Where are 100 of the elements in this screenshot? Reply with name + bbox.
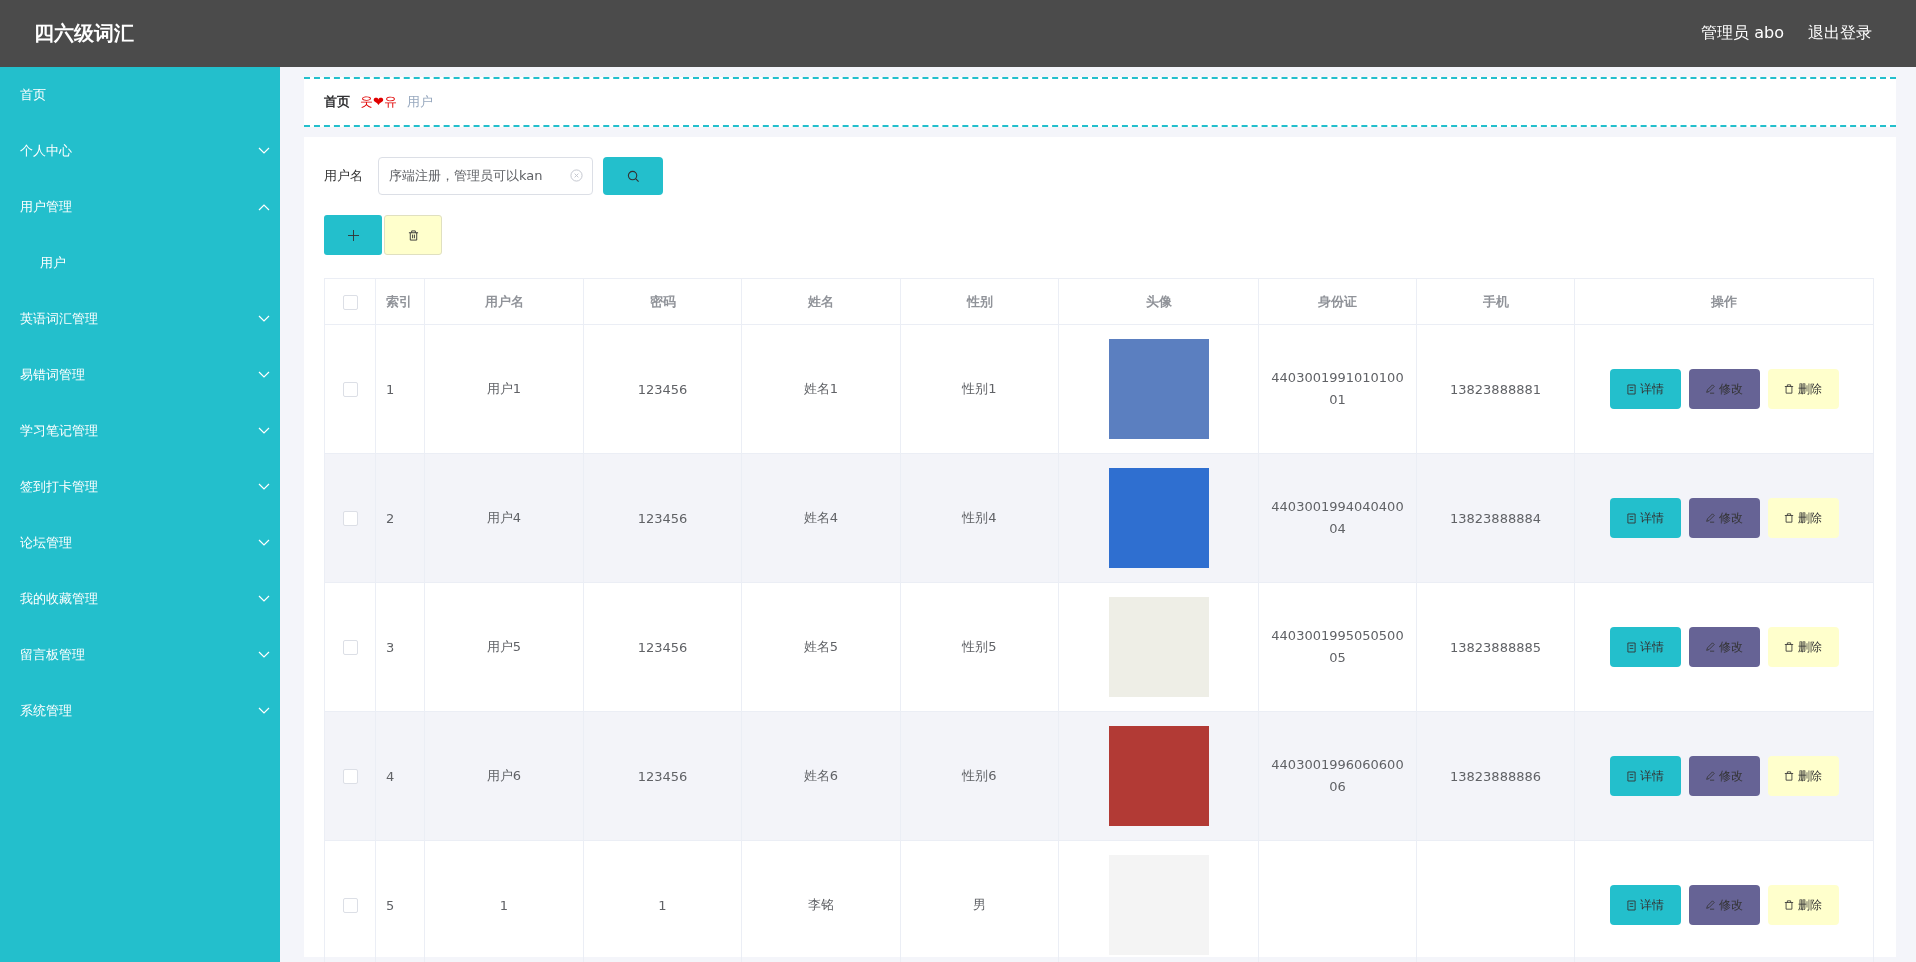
- table-cell: 性别6: [900, 711, 1059, 841]
- trash-icon: [1784, 642, 1794, 652]
- table-cell: 用户4: [424, 453, 584, 583]
- table-cell: 440300199505050005: [1258, 582, 1417, 712]
- trash-icon: [407, 229, 419, 241]
- chevron-icon: [258, 651, 270, 659]
- row-checkbox[interactable]: [342, 511, 358, 526]
- detail-button[interactable]: 详情: [1609, 369, 1681, 409]
- column-header: 身份证: [1258, 278, 1417, 325]
- chevron-icon: [258, 315, 270, 323]
- table-cell: 姓名6: [741, 711, 901, 841]
- breadcrumb-home[interactable]: 首页: [324, 93, 350, 111]
- trash-icon: [1784, 384, 1794, 394]
- table-cell: 13823888881: [1416, 324, 1575, 454]
- breadcrumb-current: 用户: [406, 93, 433, 111]
- document-icon: [1626, 899, 1636, 911]
- table-cell: 性别5: [900, 582, 1059, 712]
- chevron-icon: [258, 147, 270, 155]
- table-cell: 性别1: [900, 324, 1059, 454]
- edit-button[interactable]: 修改: [1688, 369, 1760, 409]
- chevron-icon: [258, 539, 270, 547]
- delete-button[interactable]: 删除: [1767, 885, 1839, 925]
- table-cell: 440300199606060006: [1258, 711, 1417, 841]
- column-header: 密码: [583, 278, 742, 325]
- plus-icon: [347, 229, 359, 241]
- document-icon: [1626, 383, 1636, 395]
- table-cell: 13823888886: [1416, 711, 1575, 841]
- detail-button[interactable]: 详情: [1609, 756, 1681, 796]
- row-checkbox[interactable]: [342, 640, 358, 655]
- sidebar-item[interactable]: 签到打卡管理: [0, 459, 280, 515]
- delete-button[interactable]: 删除: [1767, 369, 1839, 409]
- app-title: 四六级词汇: [34, 20, 134, 47]
- sidebar-item[interactable]: 用户管理: [0, 179, 280, 235]
- row-checkbox[interactable]: [342, 769, 358, 784]
- pencil-icon: [1705, 642, 1715, 652]
- table-cell: 性别4: [900, 453, 1059, 583]
- sidebar-item[interactable]: 学习笔记管理: [0, 403, 280, 459]
- delete-button[interactable]: 删除: [1767, 498, 1839, 538]
- table-cell: 姓名5: [741, 582, 901, 712]
- table-cell: 440300199404040004: [1258, 453, 1417, 583]
- sidebar-item[interactable]: 系统管理: [0, 683, 280, 739]
- admin-name: 管理员 abo: [1701, 23, 1784, 44]
- batch-delete-button[interactable]: [384, 215, 442, 255]
- table-cell: 姓名1: [741, 324, 901, 454]
- delete-button[interactable]: 删除: [1767, 756, 1839, 796]
- row-checkbox[interactable]: [342, 898, 358, 913]
- document-icon: [1626, 641, 1636, 653]
- trash-icon: [1784, 513, 1794, 523]
- sidebar-item[interactable]: 易错词管理: [0, 347, 280, 403]
- trash-icon: [1784, 900, 1794, 910]
- sidebar-item[interactable]: 论坛管理: [0, 515, 280, 571]
- logout-link[interactable]: 退出登录: [1808, 23, 1872, 44]
- table-cell: 4: [375, 711, 425, 841]
- chevron-icon: [258, 371, 270, 379]
- edit-button[interactable]: 修改: [1688, 498, 1760, 538]
- table-cell: 1: [375, 324, 425, 454]
- document-icon: [1626, 770, 1636, 782]
- clear-icon[interactable]: [570, 169, 583, 182]
- detail-button[interactable]: 详情: [1609, 885, 1681, 925]
- sidebar-item[interactable]: 个人中心: [0, 123, 280, 179]
- sidebar-item[interactable]: 留言板管理: [0, 627, 280, 683]
- sidebar-item[interactable]: 首页: [0, 67, 280, 123]
- sidebar-item[interactable]: 我的收藏管理: [0, 571, 280, 627]
- edit-button[interactable]: 修改: [1688, 627, 1760, 667]
- delete-button[interactable]: 删除: [1767, 627, 1839, 667]
- detail-button[interactable]: 详情: [1609, 627, 1681, 667]
- column-header: 头像: [1058, 278, 1259, 325]
- sidebar-subitem[interactable]: 用户: [0, 235, 280, 291]
- table-cell: 3: [375, 582, 425, 712]
- pencil-icon: [1705, 771, 1715, 781]
- table-cell: 用户6: [424, 711, 584, 841]
- breadcrumb-separator: 웃❤유: [360, 93, 397, 111]
- edit-button[interactable]: 修改: [1688, 885, 1760, 925]
- chevron-icon: [258, 203, 270, 211]
- username-search-field[interactable]: 序端注册，管理员可以kan: [378, 157, 593, 195]
- chevron-icon: [258, 483, 270, 491]
- chevron-icon: [258, 707, 270, 715]
- search-button[interactable]: [603, 157, 663, 195]
- table-cell: 123456: [583, 324, 742, 454]
- row-checkbox[interactable]: [342, 382, 358, 397]
- sidebar-item[interactable]: 英语词汇管理: [0, 291, 280, 347]
- add-button[interactable]: [324, 215, 382, 255]
- table-cell: 440300199101010001: [1258, 324, 1417, 454]
- table-cell: 123456: [583, 582, 742, 712]
- table-cell: 123456: [583, 711, 742, 841]
- column-header: 性别: [900, 278, 1059, 325]
- table-cell: 13823888884: [1416, 453, 1575, 583]
- select-all-checkbox[interactable]: [342, 294, 358, 310]
- pencil-icon: [1705, 513, 1715, 523]
- table-cell: 123456: [583, 453, 742, 583]
- table-cell: 姓名4: [741, 453, 901, 583]
- edit-button[interactable]: 修改: [1688, 756, 1760, 796]
- column-header: 用户名: [424, 278, 584, 325]
- table-cell: 用户5: [424, 582, 584, 712]
- trash-icon: [1784, 771, 1794, 781]
- table-cell: 13823888885: [1416, 582, 1575, 712]
- column-header: 手机: [1416, 278, 1575, 325]
- search-icon: [626, 169, 640, 183]
- detail-button[interactable]: 详情: [1609, 498, 1681, 538]
- pencil-icon: [1705, 900, 1715, 910]
